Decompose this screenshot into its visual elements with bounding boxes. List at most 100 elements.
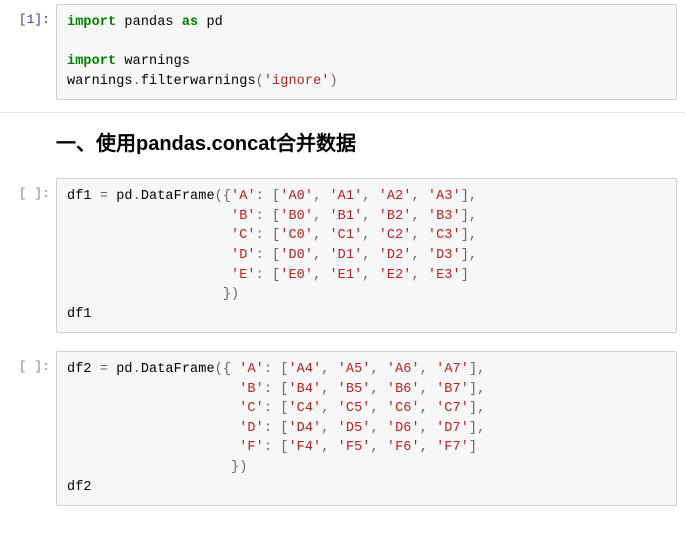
code-token: 'E0' (280, 268, 313, 283)
code-token: 'C2' (379, 228, 412, 243)
code-token: warnings (67, 74, 133, 89)
code-token: }) (67, 460, 247, 475)
code-token: 'D5' (338, 421, 371, 436)
code-token: DataFrame (141, 362, 215, 377)
code-token (67, 382, 239, 397)
code-token: 'D' (239, 421, 264, 436)
code-token: df1 (67, 307, 92, 322)
code-token (67, 209, 231, 224)
code-token: 'A2' (379, 189, 412, 204)
code-token: ], (461, 228, 477, 243)
code-token: ], (461, 189, 477, 204)
code-token: 'D' (231, 248, 256, 263)
code-token (67, 421, 239, 436)
code-token: 'A7' (436, 362, 469, 377)
code-token: , (412, 209, 428, 224)
code-token: 'D6' (387, 421, 420, 436)
code-token: 'A3' (428, 189, 461, 204)
code-token: = (100, 362, 108, 377)
code-token: 'C4' (288, 401, 321, 416)
code-token: 'F5' (338, 440, 371, 455)
code-token (67, 248, 231, 263)
code-token (67, 440, 239, 455)
code-token: 'B' (231, 209, 256, 224)
code-token: , (321, 440, 337, 455)
code-token: 'D4' (288, 421, 321, 436)
code-token: warnings (116, 54, 190, 69)
code-token: 'B0' (280, 209, 313, 224)
code-token (67, 401, 239, 416)
code-token: , (362, 248, 378, 263)
code-token: ], (461, 209, 477, 224)
code-token (67, 228, 231, 243)
code-token: 'A0' (280, 189, 313, 204)
code-token: 'D0' (280, 248, 313, 263)
code-token: , (412, 248, 428, 263)
code-token: , (412, 268, 428, 283)
code-token (67, 268, 231, 283)
code-token: ], (469, 362, 485, 377)
code-token: 'D2' (379, 248, 412, 263)
code-token: pd (108, 362, 133, 377)
code-token: df2 (67, 480, 92, 495)
code-token: df2 (67, 362, 100, 377)
code-token: , (321, 382, 337, 397)
code-token: ({ (215, 189, 231, 204)
section-heading: 一、使用pandas.concat合并数据 (56, 127, 685, 156)
code-token: , (420, 362, 436, 377)
code-token: 'ignore' (264, 74, 330, 89)
code-token: 'A6' (387, 362, 420, 377)
code-token: , (370, 440, 386, 455)
code-token: 'A' (239, 362, 264, 377)
code-token: import (67, 15, 116, 30)
code-token: 'A4' (288, 362, 321, 377)
code-token: , (362, 228, 378, 243)
code-token: , (412, 189, 428, 204)
code-token: df1 (67, 189, 100, 204)
code-token: 'B2' (379, 209, 412, 224)
code-token: pandas (116, 15, 182, 30)
code-token: 'A' (231, 189, 256, 204)
separator (0, 112, 685, 113)
code-token: , (321, 362, 337, 377)
code-token: : [ (256, 228, 281, 243)
code-token: 'F7' (436, 440, 469, 455)
code-token: DataFrame (141, 189, 215, 204)
code-input-area[interactable]: import pandas as pd import warnings warn… (56, 4, 677, 100)
code-token: : [ (264, 421, 289, 436)
code-token: , (370, 382, 386, 397)
code-token: 'E1' (329, 268, 362, 283)
code-token: 'A1' (329, 189, 362, 204)
cell-prompt: [ ]: (4, 351, 56, 374)
code-token: , (420, 440, 436, 455)
code-token: ], (469, 382, 485, 397)
code-token: , (313, 209, 329, 224)
code-token: 'B3' (428, 209, 461, 224)
code-token: , (313, 268, 329, 283)
code-token: ], (469, 401, 485, 416)
code-token: as (182, 15, 198, 30)
code-input-area[interactable]: df2 = pd.DataFrame({ 'A': ['A4', 'A5', '… (56, 351, 677, 506)
code-token: , (420, 421, 436, 436)
code-token: 'C3' (428, 228, 461, 243)
code-token: 'E2' (379, 268, 412, 283)
code-token: ( (256, 74, 264, 89)
code-token: , (321, 421, 337, 436)
code-token: : [ (256, 209, 281, 224)
code-token: , (362, 268, 378, 283)
code-token: , (313, 248, 329, 263)
code-token: : [ (264, 382, 289, 397)
code-token: 'B7' (436, 382, 469, 397)
code-token: : [ (264, 440, 289, 455)
code-token: : [ (256, 248, 281, 263)
code-token: . (133, 189, 141, 204)
code-token: 'C0' (280, 228, 313, 243)
code-token: 'F4' (288, 440, 321, 455)
code-token: }) (67, 287, 239, 302)
code-token: , (313, 189, 329, 204)
code-token: 'E3' (428, 268, 461, 283)
code-input-area[interactable]: df1 = pd.DataFrame({'A': ['A0', 'A1', 'A… (56, 178, 677, 333)
code-cell-3: [ ]: df2 = pd.DataFrame({ 'A': ['A4', 'A… (0, 347, 685, 510)
code-token: , (420, 401, 436, 416)
code-token: 'F6' (387, 440, 420, 455)
